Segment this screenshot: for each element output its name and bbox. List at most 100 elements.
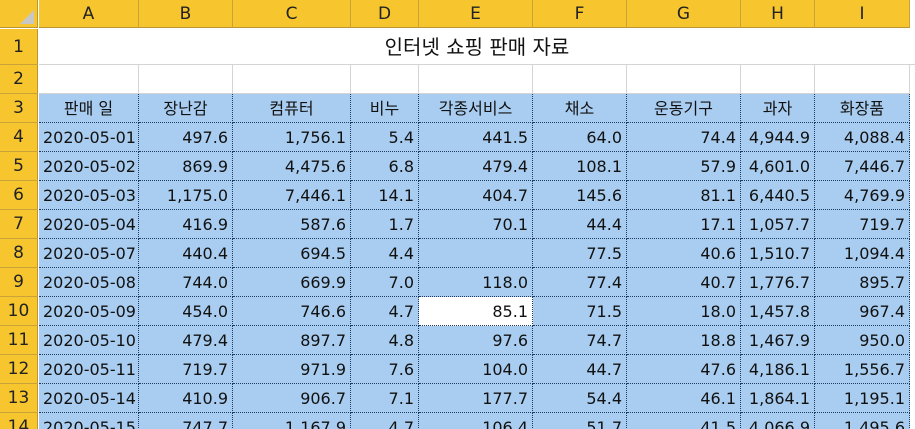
value-cell[interactable]: 441.5 (419, 123, 533, 152)
value-cell[interactable]: 4,944.9 (741, 123, 815, 152)
value-cell[interactable]: 454.0 (139, 297, 233, 326)
value-cell[interactable] (419, 239, 533, 268)
value-cell[interactable]: 416.9 (139, 210, 233, 239)
value-cell[interactable]: 1,457.8 (741, 297, 815, 326)
empty-cell[interactable] (419, 65, 533, 94)
date-cell[interactable]: 2020-05-15 (39, 413, 139, 429)
value-cell[interactable]: 719.7 (139, 355, 233, 384)
value-cell[interactable]: 1,556.7 (815, 355, 910, 384)
value-cell[interactable]: 4.8 (351, 326, 419, 355)
value-cell[interactable]: 106.4 (419, 413, 533, 429)
table-header-cell[interactable]: 과자 (741, 94, 815, 123)
row-header-11[interactable]: 11 (0, 326, 38, 355)
value-cell[interactable]: 6.8 (351, 152, 419, 181)
value-cell[interactable]: 4,475.6 (233, 152, 351, 181)
value-cell[interactable]: 747.7 (139, 413, 233, 429)
value-cell[interactable]: 897.7 (233, 326, 351, 355)
value-cell[interactable]: 47.6 (627, 355, 741, 384)
value-cell[interactable]: 17.1 (627, 210, 741, 239)
value-cell[interactable]: 7,446.7 (815, 152, 910, 181)
value-cell[interactable]: 7.6 (351, 355, 419, 384)
value-cell[interactable]: 41.5 (627, 413, 741, 429)
select-all-corner[interactable] (0, 0, 38, 28)
value-cell[interactable]: 4.7 (351, 413, 419, 429)
column-header-c[interactable]: C (233, 0, 351, 28)
value-cell[interactable]: 1,864.1 (741, 384, 815, 413)
value-cell[interactable]: 1,175.0 (139, 181, 233, 210)
value-cell[interactable]: 4,088.4 (815, 123, 910, 152)
date-cell[interactable]: 2020-05-03 (39, 181, 139, 210)
spreadsheet[interactable]: 인터넷 쇼핑 판매 자료 A B C D E F G H I 1 2 3 4 5 6 7 8 9 10 11 12 13 1… (0, 0, 915, 429)
value-cell[interactable]: 40.7 (627, 268, 741, 297)
value-cell[interactable]: 719.7 (815, 210, 910, 239)
value-cell[interactable]: 967.4 (815, 297, 910, 326)
table-header-cell[interactable]: 장난감 (139, 94, 233, 123)
value-cell[interactable]: 744.0 (139, 268, 233, 297)
value-cell[interactable]: 6,440.5 (741, 181, 815, 210)
row-header-13[interactable]: 13 (0, 384, 38, 413)
date-cell[interactable]: 2020-05-04 (39, 210, 139, 239)
value-cell[interactable]: 44.7 (533, 355, 627, 384)
value-cell[interactable]: 4.4 (351, 239, 419, 268)
value-cell[interactable]: 40.6 (627, 239, 741, 268)
value-cell[interactable]: 4,066.9 (741, 413, 815, 429)
value-cell[interactable]: 7,446.1 (233, 181, 351, 210)
value-cell[interactable]: 108.1 (533, 152, 627, 181)
value-cell[interactable]: 479.4 (139, 326, 233, 355)
value-cell[interactable]: 404.7 (419, 181, 533, 210)
value-cell[interactable]: 1.7 (351, 210, 419, 239)
date-cell[interactable]: 2020-05-02 (39, 152, 139, 181)
value-cell[interactable]: 14.1 (351, 181, 419, 210)
value-cell[interactable]: 1,467.9 (741, 326, 815, 355)
row-header-7[interactable]: 7 (0, 210, 38, 239)
value-cell[interactable]: 1,510.7 (741, 239, 815, 268)
value-cell[interactable]: 57.9 (627, 152, 741, 181)
column-header-f[interactable]: F (533, 0, 627, 28)
value-cell[interactable]: 4,601.0 (741, 152, 815, 181)
row-header-8[interactable]: 8 (0, 239, 38, 268)
value-cell[interactable]: 118.0 (419, 268, 533, 297)
value-cell[interactable]: 64.0 (533, 123, 627, 152)
value-cell[interactable]: 1,756.1 (233, 123, 351, 152)
value-cell[interactable]: 44.4 (533, 210, 627, 239)
row-header-4[interactable]: 4 (0, 123, 38, 152)
value-cell[interactable]: 71.5 (533, 297, 627, 326)
column-header-h[interactable]: H (741, 0, 815, 28)
column-header-b[interactable]: B (139, 0, 233, 28)
column-header-g[interactable]: G (627, 0, 741, 28)
value-cell[interactable]: 440.4 (139, 239, 233, 268)
value-cell[interactable]: 1,195.1 (815, 384, 910, 413)
date-cell[interactable]: 2020-05-14 (39, 384, 139, 413)
date-cell[interactable]: 2020-05-10 (39, 326, 139, 355)
table-header-cell[interactable]: 판매 일 (39, 94, 139, 123)
row-header-1[interactable]: 1 (0, 29, 38, 65)
value-cell[interactable]: 746.6 (233, 297, 351, 326)
value-cell[interactable]: 895.7 (815, 268, 910, 297)
value-cell[interactable]: 70.1 (419, 210, 533, 239)
row-header-12[interactable]: 12 (0, 355, 38, 384)
empty-cell[interactable] (741, 65, 815, 94)
table-header-cell[interactable]: 채소 (533, 94, 627, 123)
value-cell[interactable]: 18.8 (627, 326, 741, 355)
value-cell[interactable]: 7.0 (351, 268, 419, 297)
column-header-i[interactable]: I (815, 0, 910, 28)
date-cell[interactable]: 2020-05-01 (39, 123, 139, 152)
value-cell[interactable]: 145.6 (533, 181, 627, 210)
value-cell[interactable]: 694.5 (233, 239, 351, 268)
value-cell[interactable]: 950.0 (815, 326, 910, 355)
date-cell[interactable]: 2020-05-09 (39, 297, 139, 326)
value-cell[interactable]: 104.0 (419, 355, 533, 384)
row-header-5[interactable]: 5 (0, 152, 38, 181)
row-header-2[interactable]: 2 (0, 65, 38, 94)
table-header-cell[interactable]: 컴퓨터 (233, 94, 351, 123)
value-cell[interactable]: 4.7 (351, 297, 419, 326)
value-cell[interactable]: 479.4 (419, 152, 533, 181)
value-cell[interactable]: 81.1 (627, 181, 741, 210)
empty-cell[interactable] (533, 65, 627, 94)
empty-cell[interactable] (139, 65, 233, 94)
value-cell[interactable]: 51.7 (533, 413, 627, 429)
empty-cell[interactable] (627, 65, 741, 94)
row-header-10[interactable]: 10 (0, 297, 38, 326)
value-cell[interactable]: 906.7 (233, 384, 351, 413)
value-cell[interactable]: 18.0 (627, 297, 741, 326)
